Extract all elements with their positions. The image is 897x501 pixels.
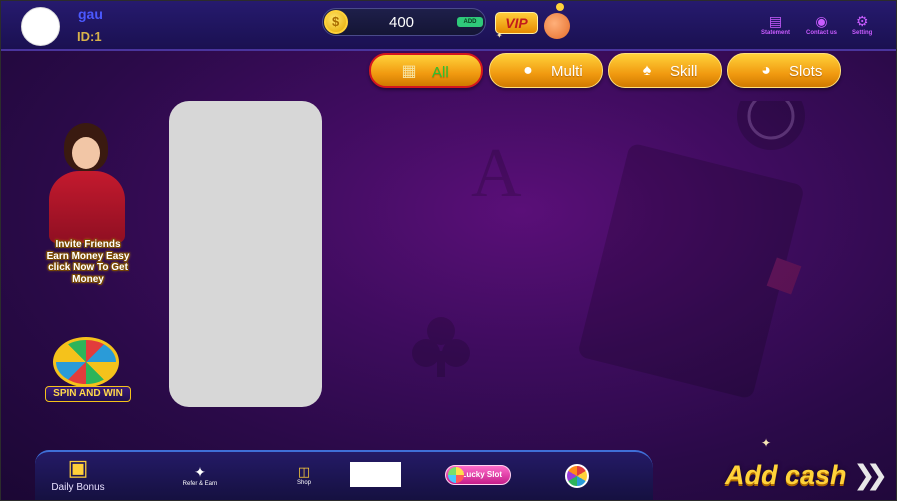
lucky-slot-button[interactable]: Lucky Slot — [445, 465, 511, 485]
sparkle-icon: ✦ — [496, 31, 503, 40]
tab-all-label: All — [432, 64, 449, 81]
balance-display: 400 ADD — [322, 8, 486, 36]
shop-button[interactable]: ◫ Shop — [287, 452, 321, 500]
tab-multi-label: Multi — [551, 63, 583, 80]
invite-line-1: Invite Friends — [55, 239, 121, 250]
shop-label: Shop — [296, 480, 311, 486]
tab-all[interactable]: ▦ All — [369, 53, 483, 88]
tab-multi[interactable]: ● Multi — [489, 53, 603, 88]
ball-icon: ◕ — [761, 62, 771, 79]
add-balance-button[interactable]: ADD — [457, 17, 483, 27]
background-decoration: A — [412, 101, 805, 398]
game-card-placeholder[interactable] — [169, 101, 322, 407]
diamond-decoration-icon — [766, 257, 802, 295]
scroll-icon: ▤ — [768, 13, 783, 29]
ace-decoration-icon: A — [471, 135, 522, 212]
club-suit-icon — [412, 317, 470, 377]
setting-label: Setting — [852, 30, 873, 36]
tab-slots[interactable]: ◕ Slots — [727, 53, 841, 88]
lucky-wheel-icon[interactable] — [565, 464, 589, 488]
invite-line-3: click Now To Get — [48, 262, 128, 273]
bottom-bar: ▣ Daily Bonus ✦ Refer & Earn ◫ Shop Luck… — [35, 450, 653, 500]
card-decoration-icon — [579, 144, 803, 398]
invite-line-2: Earn Money Easy — [46, 250, 130, 262]
spin-and-win-promo[interactable]: SPIN AND WIN — [45, 337, 131, 403]
contact-us-button[interactable]: ◉ Contact us — [806, 13, 837, 36]
refer-earn-label: Refer & Earn — [182, 481, 218, 487]
tab-skill-label: Skill — [670, 63, 698, 80]
setting-button[interactable]: ⚙ Setting — [852, 13, 872, 36]
headset-icon: ◉ — [815, 13, 828, 29]
spin-and-win-label: SPIN AND WIN — [45, 386, 131, 402]
chip-decoration-icon — [737, 101, 805, 150]
top-bar: gau ID:1 400 ADD VIP ▤ Statement ◉ Conta… — [1, 1, 896, 51]
sparkle-icon: ✦ — [761, 436, 772, 450]
cards-icon: ♠ — [642, 62, 652, 79]
grid-icon: ▦ — [401, 63, 417, 80]
statement-button[interactable]: ▤ Statement — [761, 13, 790, 36]
tab-slots-label: Slots — [789, 63, 823, 80]
piggy-bank-icon[interactable] — [544, 3, 570, 39]
refer-earn-button[interactable]: ✦ Refer & Earn — [171, 452, 229, 500]
statement-label: Statement — [761, 30, 791, 36]
invite-friends-promo[interactable]: Invite Friends Earn Money Easy click Now… — [39, 121, 137, 291]
invite-character-face — [72, 137, 100, 169]
spin-wheel-icon — [53, 337, 119, 387]
coin-icon — [324, 10, 348, 34]
share-icon: ✦ — [194, 464, 206, 480]
username: gau — [78, 6, 103, 22]
invite-promo-text: Invite Friends Earn Money Easy click Now… — [39, 239, 137, 285]
invite-character-body — [49, 171, 125, 243]
game-lobby-screen: A gau ID:1 400 ADD VIP ▤ Statement ◉ Con… — [0, 0, 897, 501]
add-cash-button[interactable]: Add cash — [725, 460, 847, 491]
tab-skill[interactable]: ♠ Skill — [608, 53, 722, 88]
daily-bonus-label: Daily Bonus — [51, 482, 105, 493]
gear-icon: ⚙ — [855, 13, 869, 29]
user-id: ID:1 — [77, 29, 102, 44]
treasure-chest-icon: ▣ — [67, 455, 89, 480]
double-chevron-right-icon[interactable]: ❯❯ — [853, 460, 888, 491]
avatar[interactable] — [21, 7, 60, 46]
bottom-placeholder-slot[interactable] — [350, 462, 401, 487]
invite-line-4: Money — [72, 273, 104, 285]
cart-icon: ◫ — [297, 464, 311, 479]
contact-us-label: Contact us — [806, 30, 838, 36]
balance-value: 400 — [389, 14, 415, 31]
group-icon: ● — [523, 62, 533, 79]
daily-bonus-button[interactable]: ▣ Daily Bonus — [45, 452, 111, 500]
